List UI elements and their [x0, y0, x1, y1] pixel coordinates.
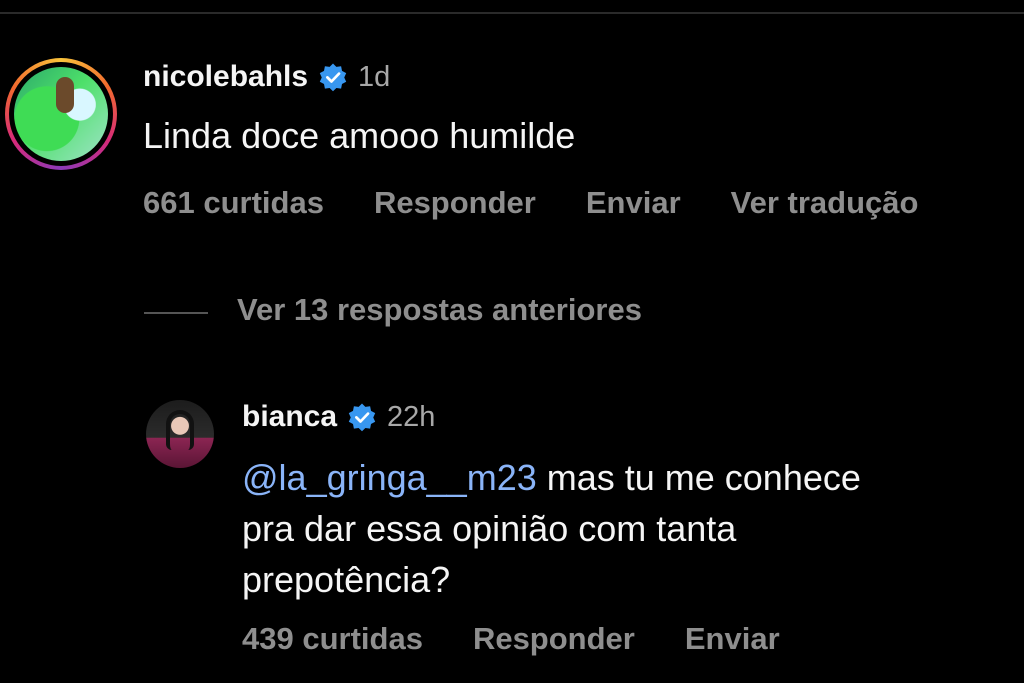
comment-text: Linda doce amooo humilde — [143, 115, 576, 156]
reply-text-line2: pra dar essa opinião com tanta — [242, 508, 737, 549]
story-ring[interactable] — [5, 58, 117, 170]
username[interactable]: nicolebahls — [143, 60, 308, 94]
view-previous-replies-button[interactable]: Ver 13 respostas anteriores — [237, 292, 642, 328]
timestamp: 1d — [358, 60, 391, 93]
reply-text-line1: mas tu me conhece — [536, 457, 861, 498]
verified-badge-icon — [319, 63, 347, 92]
reply-actions: 439 curtidas Responder Enviar — [242, 621, 830, 657]
reply-timestamp: 22h — [387, 400, 436, 433]
verified-badge-icon — [348, 403, 376, 432]
translate-button[interactable]: Ver tradução — [731, 185, 919, 221]
top-divider — [0, 12, 1024, 14]
avatar[interactable] — [14, 67, 108, 161]
comment-header: nicolebahls 1d — [143, 60, 390, 94]
comment-actions: 661 curtidas Responder Enviar Ver traduç… — [143, 185, 968, 221]
mention-link[interactable]: @la_gringa__m23 — [242, 457, 537, 498]
replies-divider — [144, 312, 208, 314]
likes-count[interactable]: 661 curtidas — [143, 185, 324, 221]
reply-likes-count[interactable]: 439 curtidas — [242, 621, 423, 657]
reply-header: bianca 22h — [242, 400, 435, 434]
reply-text-line3: prepotência? — [242, 559, 451, 600]
send-button[interactable]: Enviar — [586, 185, 681, 221]
reply-button[interactable]: Responder — [374, 185, 536, 221]
reply-text: @la_gringa__m23 mas tu me conhece pra da… — [242, 452, 861, 605]
reply-avatar[interactable] — [146, 400, 214, 468]
reply-username[interactable]: bianca — [242, 400, 337, 434]
reply-reply-button[interactable]: Responder — [473, 621, 635, 657]
reply-send-button[interactable]: Enviar — [685, 621, 780, 657]
